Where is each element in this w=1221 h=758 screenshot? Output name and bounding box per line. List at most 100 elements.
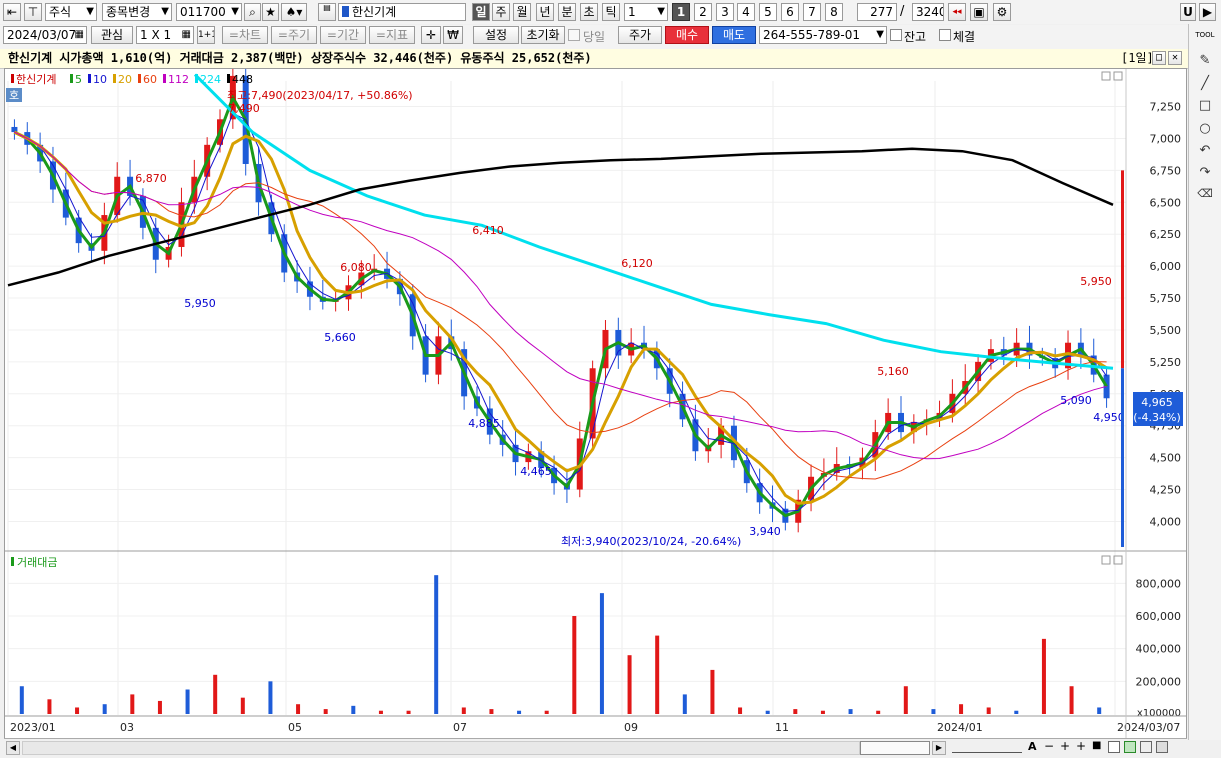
export-icon[interactable] xyxy=(1108,741,1120,753)
volume-bar xyxy=(1014,710,1019,714)
add-button[interactable]: + xyxy=(1076,739,1086,753)
chart-number-1[interactable]: 1 xyxy=(672,3,690,21)
price-tick-label: 7,000 xyxy=(1150,132,1182,145)
scroll-right-icon[interactable]: ▶ xyxy=(1199,3,1216,21)
zoom-slider[interactable] xyxy=(952,743,1022,753)
maximize-icon[interactable]: □ xyxy=(1152,51,1166,65)
grid-icon[interactable] xyxy=(1156,741,1168,753)
volume-bar xyxy=(986,707,991,714)
legend-swatch xyxy=(227,74,230,83)
period-year-tab[interactable]: 년 xyxy=(536,3,554,21)
legend-label: 20 xyxy=(118,73,132,86)
undo-icon[interactable]: ↶ xyxy=(1195,142,1215,160)
date-picker[interactable]: 2024/03/07 ▦ xyxy=(3,26,87,44)
search-icon[interactable]: ⌕ xyxy=(244,3,261,21)
price-annotation: 4,950 xyxy=(1093,411,1125,424)
legend-swatch xyxy=(195,74,198,83)
price-range-bar-down xyxy=(1121,368,1124,547)
period-second-tab[interactable]: 초 xyxy=(580,3,598,21)
pin-icon[interactable]: ⊤ xyxy=(24,3,42,21)
scroll-track[interactable] xyxy=(22,741,860,755)
sell-button[interactable]: 매도 xyxy=(712,26,756,44)
favorite-star-icon[interactable]: ★ xyxy=(262,3,279,21)
chart-button[interactable]: =차트 xyxy=(222,26,268,44)
zoom-out-button[interactable]: − xyxy=(1044,739,1054,753)
fill-checkbox[interactable] xyxy=(939,29,951,41)
watchlist-button[interactable]: 관심 xyxy=(91,26,133,44)
legend-label: 5 xyxy=(75,73,82,86)
indicator-button[interactable]: =지표 xyxy=(369,26,415,44)
stock-summary-text: 한신기계 시가총액 1,610(억) 거래대금 2,387(백만) 상장주식수 … xyxy=(8,51,592,65)
print-icon[interactable] xyxy=(1140,741,1152,753)
period-tick-tab[interactable]: 틱 xyxy=(602,3,620,21)
change-mode-select[interactable]: 종목변경 ▼ xyxy=(102,3,172,21)
market-type-select[interactable]: 주식 ▼ xyxy=(45,3,97,21)
chart-number-6[interactable]: 6 xyxy=(781,3,799,21)
chart-number-3[interactable]: 3 xyxy=(716,3,734,21)
chart-number-5[interactable]: 5 xyxy=(759,3,777,21)
chart-number-4[interactable]: 4 xyxy=(737,3,755,21)
stock-list-icon[interactable]: ▤ xyxy=(318,3,336,21)
period-minute-tab[interactable]: 분 xyxy=(558,3,576,21)
rect-icon[interactable]: □ xyxy=(1195,97,1215,115)
volume-bar xyxy=(240,697,245,714)
price-annotation: 6,870 xyxy=(135,172,167,185)
save-icon[interactable]: ▣ xyxy=(970,3,988,21)
circle-icon[interactable]: ○ xyxy=(1195,120,1215,138)
gear-icon[interactable]: ⚙ xyxy=(993,3,1011,21)
cycle-button[interactable]: =주기 xyxy=(271,26,317,44)
scroll-left-icon[interactable]: ◀ xyxy=(6,741,20,755)
x-tick-label: 11 xyxy=(775,721,789,734)
chart-number-7[interactable]: 7 xyxy=(803,3,821,21)
period-month-tab[interactable]: 월 xyxy=(513,3,531,21)
line-icon[interactable]: ╱ xyxy=(1195,75,1215,93)
chart-area[interactable]: 7,250 7,000 6,750 6,500 6,250 6,000 5,750 5,500… xyxy=(4,61,1187,740)
period-week-tab[interactable]: 주 xyxy=(492,3,510,21)
volume-tick-label: 400,000 xyxy=(1136,643,1182,656)
account-select[interactable]: 264-555-789-01 ▼ xyxy=(759,26,887,44)
volume-bar xyxy=(157,700,162,714)
stop-button[interactable]: ■ xyxy=(1092,740,1101,751)
legend-label: 10 xyxy=(93,73,107,86)
nav-first-icon[interactable]: ⇤ xyxy=(3,3,21,21)
font-size-button[interactable]: A xyxy=(1028,740,1037,753)
stock-code-input[interactable]: 011700 ▼ xyxy=(176,3,242,21)
stock-name-field[interactable]: 한신기계 xyxy=(338,3,466,21)
tool-menu-icon[interactable]: TOOL xyxy=(1195,30,1215,48)
price-annotation: 5,950 xyxy=(184,297,216,310)
chart-svg[interactable]: 7,250 7,000 6,750 6,500 6,250 6,000 5,750 5,500… xyxy=(5,61,1186,739)
period-day-tab[interactable]: 일 xyxy=(472,3,490,21)
volume-bar xyxy=(655,635,660,714)
erase-all-icon[interactable]: ⌫ xyxy=(1195,185,1215,203)
same-day-checkbox[interactable] xyxy=(568,29,580,41)
chart-number-8[interactable]: 8 xyxy=(825,3,843,21)
scroll-thumb[interactable] xyxy=(860,741,930,755)
stock-info-bar: 한신기계 시가총액 1,610(억) 거래대금 2,387(백만) 상장주식수 … xyxy=(0,49,1188,69)
price-annotation: 5,660 xyxy=(324,331,356,344)
buy-button[interactable]: 매수 xyxy=(665,26,709,44)
currency-icon[interactable]: ₩ xyxy=(443,26,463,44)
redo-icon[interactable]: ↷ xyxy=(1195,164,1215,182)
layout-split-icon[interactable]: 1+1 xyxy=(197,26,215,44)
balance-checkbox[interactable] xyxy=(890,29,902,41)
price-annotation: 최고:7,490(2023/04/17, +50.86%) xyxy=(227,89,413,102)
volume-bar xyxy=(461,707,466,714)
crosshair-icon[interactable]: ✛ xyxy=(421,26,441,44)
pen-icon[interactable]: ✎ xyxy=(1195,52,1215,70)
zoom-reset-icon[interactable]: ◂◂ xyxy=(948,3,966,21)
excel-icon[interactable] xyxy=(1124,741,1136,753)
interval-select[interactable]: 1 ▼ xyxy=(624,3,668,21)
bookmark-dropdown-icon[interactable]: ♠▾ xyxy=(281,3,307,21)
scroll-end-icon[interactable]: ▶ xyxy=(932,741,946,755)
layout-select[interactable]: 1 X 1 ▦ xyxy=(136,26,194,44)
close-icon[interactable]: ✕ xyxy=(1168,51,1182,65)
user-icon[interactable]: U xyxy=(1180,3,1196,21)
legend-label: 한신기계 xyxy=(16,73,56,86)
reset-button[interactable]: 초기화 xyxy=(521,26,565,44)
price-button[interactable]: 주가 xyxy=(618,26,662,44)
settings-button[interactable]: 설정 xyxy=(473,26,519,44)
zoom-in-button[interactable]: + xyxy=(1060,739,1070,753)
period-button[interactable]: =기간 xyxy=(320,26,366,44)
chart-number-2[interactable]: 2 xyxy=(694,3,712,21)
display-count-input[interactable]: 277 xyxy=(857,3,897,21)
